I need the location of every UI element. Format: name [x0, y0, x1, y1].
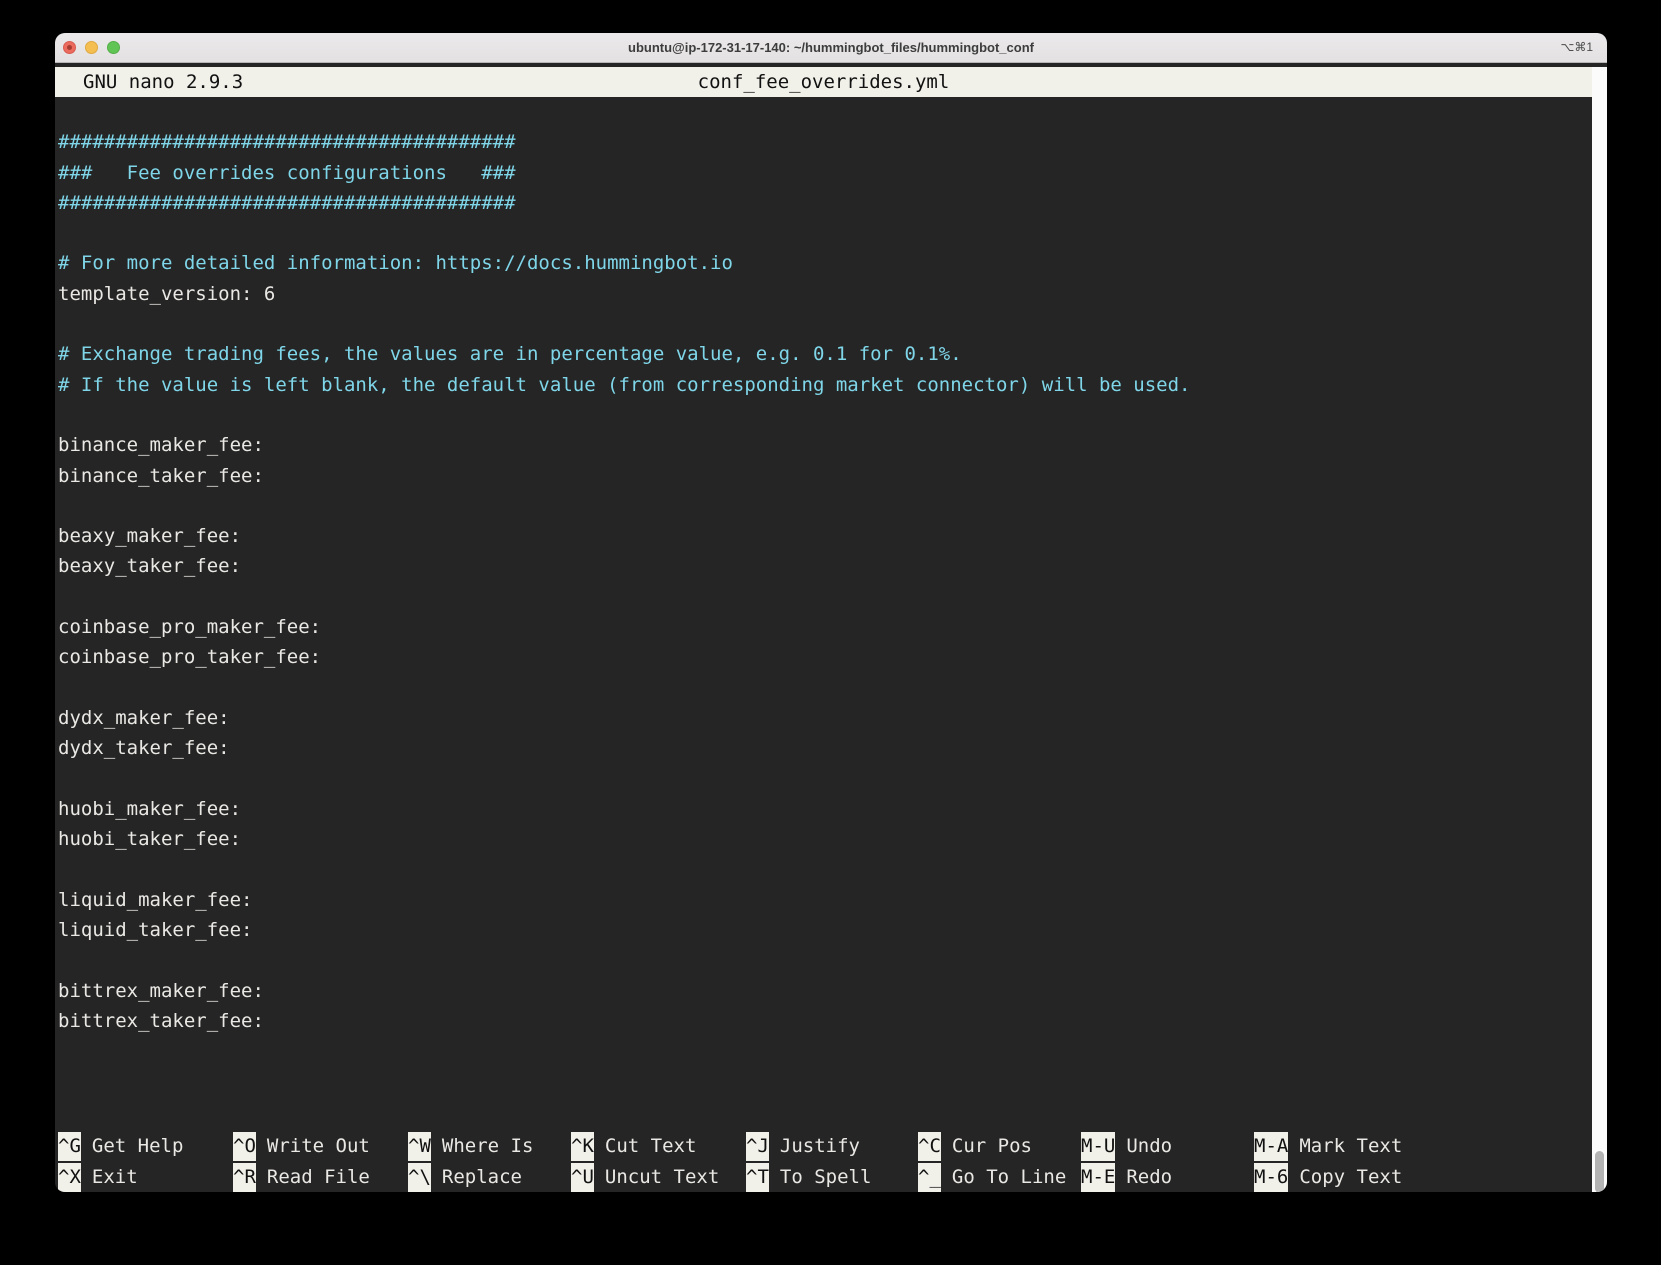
nano-shortcut-bar: ^G Get Help ^O Write Out ^W Where Is ^K Cut Tex…	[58, 1131, 1587, 1192]
terminal-window: ubuntu@ip-172-31-17-140: ~/hummingbot_fi…	[55, 33, 1607, 1192]
shortcut-item: ^G Get Help	[58, 1131, 233, 1161]
shortcut-key: ^K	[571, 1132, 594, 1161]
editor-area[interactable]: ########################################…	[55, 97, 1607, 1036]
shortcut-key: ^X	[58, 1163, 81, 1192]
shortcut-label: Justify	[780, 1135, 860, 1157]
editor-blank-line	[58, 673, 1607, 703]
traffic-lights	[55, 41, 120, 54]
shortcut-item: ^U Uncut Text	[571, 1162, 746, 1192]
shortcut-label: Where Is	[442, 1135, 534, 1157]
editor-line: liquid_taker_fee:	[58, 915, 1607, 945]
editor-line: bittrex_taker_fee:	[58, 1006, 1607, 1036]
shortcut-label: Read File	[267, 1166, 370, 1188]
editor-line: # For more detailed information: https:/…	[58, 248, 1607, 278]
editor-line: binance_maker_fee:	[58, 430, 1607, 460]
editor-line: beaxy_maker_fee:	[58, 521, 1607, 551]
editor-line: huobi_taker_fee:	[58, 824, 1607, 854]
close-button[interactable]	[63, 41, 76, 54]
shortcut-row: ^G Get Help ^O Write Out ^W Where Is ^K Cut Tex…	[58, 1131, 1587, 1161]
scrollbar-track[interactable]	[1592, 67, 1607, 1192]
editor-line: huobi_maker_fee:	[58, 794, 1607, 824]
shortcut-key: ^O	[233, 1132, 256, 1161]
editor-line: coinbase_pro_maker_fee:	[58, 612, 1607, 642]
editor-blank-line	[58, 764, 1607, 794]
shortcut-item: M-A Mark Text	[1254, 1131, 1587, 1161]
editor-line: bittrex_maker_fee:	[58, 976, 1607, 1006]
editor-line: binance_taker_fee:	[58, 461, 1607, 491]
nano-filename: conf_fee_overrides.yml	[55, 67, 1592, 97]
editor-line: ########################################	[58, 188, 1607, 218]
editor-line: coinbase_pro_taker_fee:	[58, 642, 1607, 672]
terminal-content[interactable]: GNU nano 2.9.3 conf_fee_overrides.yml ##…	[55, 67, 1607, 1192]
editor-line: dydx_maker_fee:	[58, 703, 1607, 733]
shortcut-key: ^G	[58, 1132, 81, 1161]
shortcut-item: ^J Justify	[746, 1131, 918, 1161]
shortcut-label: Redo	[1126, 1166, 1172, 1188]
shortcut-key: ^U	[571, 1163, 594, 1192]
editor-line: liquid_maker_fee:	[58, 885, 1607, 915]
shortcut-label: Undo	[1126, 1135, 1172, 1157]
shortcut-label: Copy Text	[1299, 1166, 1402, 1188]
editor-line: beaxy_taker_fee:	[58, 551, 1607, 581]
shortcut-item: ^O Write Out	[233, 1131, 408, 1161]
editor-line: ########################################	[58, 127, 1607, 157]
shortcut-item: ^K Cut Text	[571, 1131, 746, 1161]
shortcut-key: ^J	[746, 1132, 769, 1161]
shortcut-label: Write Out	[267, 1135, 370, 1157]
editor-blank-line	[58, 218, 1607, 248]
shortcut-label: Exit	[92, 1166, 138, 1188]
shortcut-key: ^C	[918, 1132, 941, 1161]
shortcut-item: M-6 Copy Text	[1254, 1162, 1587, 1192]
shortcut-item: ^T To Spell	[746, 1162, 918, 1192]
editor-line: template_version: 6	[58, 279, 1607, 309]
editor-blank-line	[58, 400, 1607, 430]
editor-blank-line	[58, 582, 1607, 612]
shortcut-item: M-E Redo	[1081, 1162, 1254, 1192]
shortcut-row: ^X Exit ^R Read File ^\ Replace ^U Uncut Text ^T…	[58, 1162, 1587, 1192]
shortcut-key: M-E	[1081, 1163, 1115, 1192]
shortcut-label: Mark Text	[1299, 1135, 1402, 1157]
nano-header-bar: GNU nano 2.9.3 conf_fee_overrides.yml	[55, 67, 1592, 97]
window-titlebar[interactable]: ubuntu@ip-172-31-17-140: ~/hummingbot_fi…	[55, 33, 1607, 63]
editor-line: # If the value is left blank, the defaul…	[58, 370, 1607, 400]
editor-line: ### Fee overrides configurations ###	[58, 158, 1607, 188]
shortcut-key: ^T	[746, 1163, 769, 1192]
minimize-button[interactable]	[85, 41, 98, 54]
scrollbar-thumb[interactable]	[1595, 1151, 1604, 1192]
editor-blank-line	[58, 309, 1607, 339]
window-title: ubuntu@ip-172-31-17-140: ~/hummingbot_fi…	[55, 40, 1607, 55]
editor-line: dydx_taker_fee:	[58, 733, 1607, 763]
shortcut-label: Cut Text	[605, 1135, 697, 1157]
shortcut-item: ^X Exit	[58, 1162, 233, 1192]
shortcut-item: ^R Read File	[233, 1162, 408, 1192]
shortcut-key: M-A	[1254, 1132, 1288, 1161]
shortcut-label: Replace	[442, 1166, 522, 1188]
shortcut-key: M-U	[1081, 1132, 1115, 1161]
shortcut-item: ^\ Replace	[408, 1162, 571, 1192]
keyboard-shortcut-badge: ⌥⌘1	[1560, 33, 1593, 62]
shortcut-item: ^W Where Is	[408, 1131, 571, 1161]
shortcut-key: ^\	[408, 1163, 431, 1192]
shortcut-key: ^R	[233, 1163, 256, 1192]
editor-blank-line	[58, 491, 1607, 521]
shortcut-label: Cur Pos	[952, 1135, 1032, 1157]
shortcut-item: ^_ Go To Line	[918, 1162, 1081, 1192]
shortcut-key: M-6	[1254, 1163, 1288, 1192]
shortcut-item: M-U Undo	[1081, 1131, 1254, 1161]
shortcut-key: ^_	[918, 1163, 941, 1192]
shortcut-label: Go To Line	[952, 1166, 1066, 1188]
shortcut-label: Get Help	[92, 1135, 184, 1157]
shortcut-label: To Spell	[780, 1166, 872, 1188]
shortcut-label: Uncut Text	[605, 1166, 719, 1188]
shortcut-key: ^W	[408, 1132, 431, 1161]
editor-blank-line	[58, 854, 1607, 884]
fullscreen-button[interactable]	[107, 41, 120, 54]
editor-blank-line	[58, 945, 1607, 975]
editor-line: # Exchange trading fees, the values are …	[58, 339, 1607, 369]
shortcut-item: ^C Cur Pos	[918, 1131, 1081, 1161]
